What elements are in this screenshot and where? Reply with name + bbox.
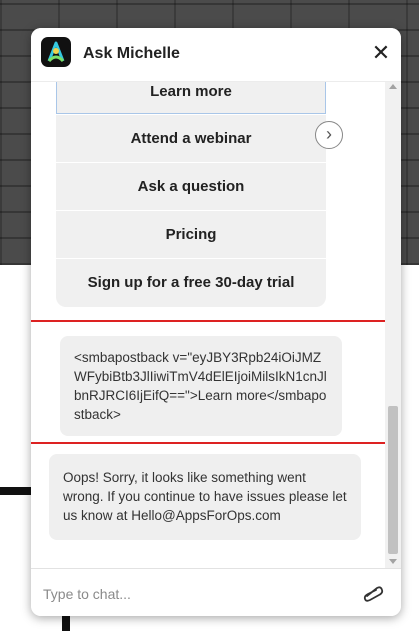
- chat-widget: Ask Michelle ✕ Learn more Attend a webin…: [31, 28, 401, 616]
- message-scrollbar[interactable]: [385, 82, 401, 568]
- close-icon[interactable]: ✕: [370, 42, 392, 64]
- chevron-right-icon[interactable]: ›: [315, 121, 343, 149]
- quick-reply-menu: Learn more Attend a webinar Ask a questi…: [56, 82, 326, 307]
- menu-item-pricing[interactable]: Pricing: [56, 210, 326, 258]
- chat-title: Ask Michelle: [83, 45, 180, 62]
- message-list: Learn more Attend a webinar Ask a questi…: [31, 82, 385, 568]
- postback-message: <smbapostback v="eyJBY3Rpb24iOiJMZWFybiB…: [60, 336, 342, 436]
- menu-item-ask-question[interactable]: Ask a question: [56, 162, 326, 210]
- paperclip-icon[interactable]: [362, 583, 384, 603]
- background-decoration: [0, 487, 34, 495]
- app-logo-icon: [41, 37, 71, 67]
- scrollbar-thumb[interactable]: [388, 406, 398, 554]
- scroll-up-icon[interactable]: [389, 84, 397, 89]
- scroll-down-icon[interactable]: [389, 559, 397, 564]
- chat-input[interactable]: [41, 581, 345, 607]
- menu-item-attend-webinar[interactable]: Attend a webinar: [56, 114, 326, 162]
- chat-composer: [31, 568, 401, 616]
- menu-item-free-trial[interactable]: Sign up for a free 30-day trial: [56, 258, 326, 307]
- error-message: Oops! Sorry, it looks like something wen…: [49, 454, 361, 540]
- menu-item-learn-more[interactable]: Learn more: [56, 82, 326, 114]
- chat-header: Ask Michelle ✕: [31, 28, 401, 82]
